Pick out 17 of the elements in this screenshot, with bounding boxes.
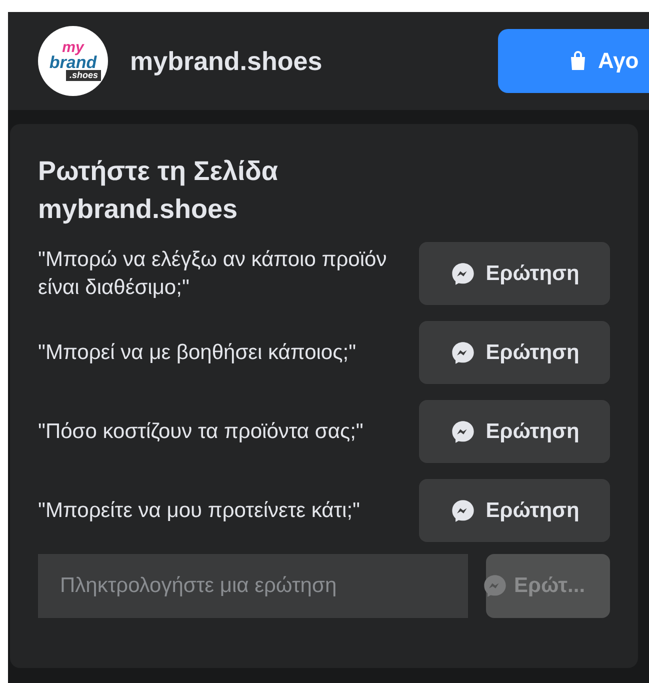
ask-button[interactable]: Ερώτηση	[419, 321, 610, 384]
messenger-icon	[450, 418, 476, 444]
card-title: Ρωτήστε τη Σελίδα mybrand.shoes	[38, 155, 279, 226]
messenger-icon	[450, 340, 476, 366]
suggested-question: "Μπορεί να με βοηθήσει κάποιος;"	[38, 340, 358, 366]
suggested-question: "Πόσο κοστίζουν τα προϊόντα σας;"	[38, 418, 364, 444]
ask-button[interactable]: Ερώτηση	[419, 479, 610, 542]
suggested-question: "Μπορείτε να μου προτείνετε κάτι;"	[38, 498, 361, 524]
ask-button[interactable]: Ερώτηση	[419, 242, 610, 305]
messenger-icon	[482, 573, 508, 599]
ask-button[interactable]: Ερώτηση	[419, 400, 610, 463]
brand-logo[interactable]: my brand .shoes	[38, 26, 108, 96]
question-input[interactable]: Πληκτρολογήστε μια ερώτηση	[38, 554, 468, 618]
messenger-icon	[450, 260, 476, 286]
suggested-question: "Μπορώ να ελέγξω αν κάποιο προϊόν είναι διαθέσιμο;"	[38, 246, 388, 300]
page-name[interactable]: mybrand.shoes	[130, 46, 322, 76]
messenger-icon	[450, 498, 476, 524]
